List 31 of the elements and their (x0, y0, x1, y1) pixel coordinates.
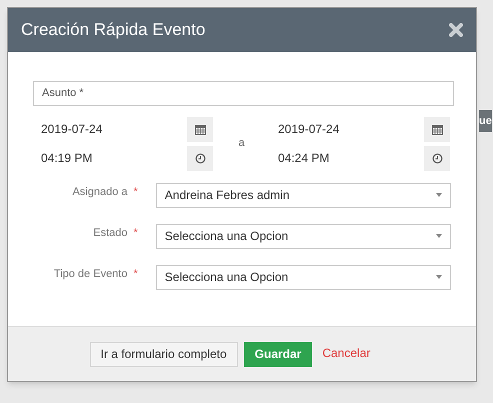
calendar-icon (432, 124, 442, 134)
time-field[interactable]: 04:24 PM (270, 146, 424, 170)
date-field[interactable]: 2019-07-24 (270, 116, 424, 142)
clock-icon (194, 152, 206, 164)
dropdown-arrow-icon (436, 275, 442, 279)
field-label: Tipo de Evento (54, 266, 128, 282)
required-mark: * (133, 184, 138, 200)
separator-text: a (238, 136, 245, 152)
select-field[interactable]: Andreina Febres admin (156, 182, 451, 208)
select-field[interactable]: Selecciona una Opcion (156, 264, 451, 290)
dropdown-arrow-icon (436, 193, 442, 197)
date-field[interactable]: 2019-07-24 (33, 116, 187, 142)
dropdown-arrow-icon (436, 234, 442, 238)
clock-button[interactable] (187, 146, 213, 170)
calendar-button[interactable] (424, 116, 450, 142)
close-icon[interactable] (449, 23, 463, 37)
clock-button[interactable] (424, 146, 450, 170)
dialog-title: Creación Rápida Evento (21, 19, 206, 42)
calendar-button[interactable] (187, 116, 213, 142)
time-field[interactable]: 04:19 PM (33, 146, 187, 170)
field-label: Asignado a (72, 184, 128, 200)
select-field[interactable]: Selecciona una Opcion (156, 224, 451, 248)
subject-field[interactable]: Asunto * (33, 80, 454, 106)
required-mark: * (133, 226, 138, 241)
full-form-button[interactable]: Ir a formulario completo (90, 342, 238, 366)
calendar-icon (194, 124, 206, 134)
column-header: ue (479, 110, 492, 132)
required-mark: * (133, 266, 138, 282)
field-label: Estado (93, 226, 128, 241)
clock-icon (432, 152, 442, 164)
cancel-link[interactable]: Cancelar (318, 340, 374, 366)
